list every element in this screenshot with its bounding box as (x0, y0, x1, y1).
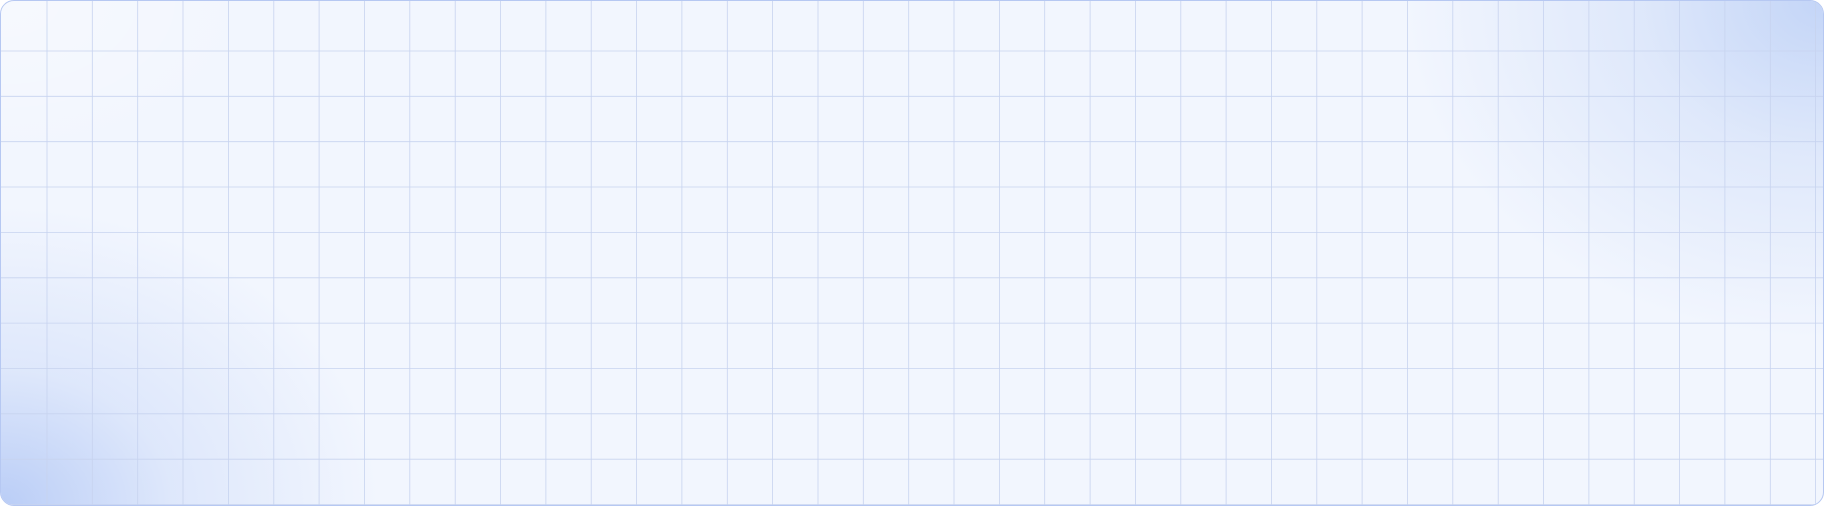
background-panel (0, 0, 1824, 506)
grid-lines (1, 1, 1823, 505)
